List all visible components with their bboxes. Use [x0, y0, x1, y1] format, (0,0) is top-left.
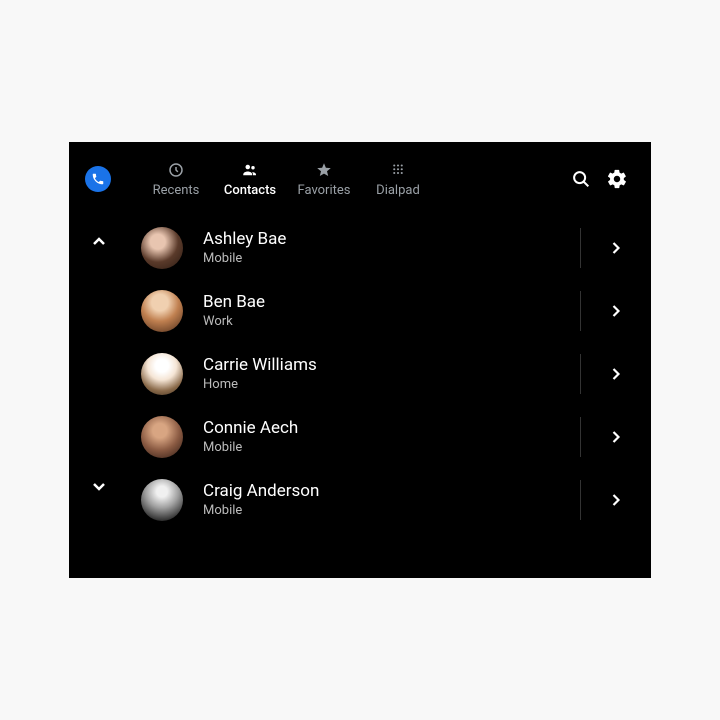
contact-name: Craig Anderson	[203, 481, 572, 501]
settings-button[interactable]	[599, 161, 635, 197]
tab-label: Favorites	[298, 183, 351, 198]
star-icon	[315, 161, 333, 179]
top-bar: Recents Contacts Favorites Dialpad	[69, 142, 651, 216]
contact-type: Home	[203, 377, 572, 392]
avatar	[141, 353, 183, 395]
people-icon	[241, 161, 259, 179]
contact-details-button[interactable]	[581, 301, 651, 321]
tab-recents[interactable]: Recents	[143, 161, 209, 198]
contact-list: Ashley Bae Mobile Ben Bae Work	[141, 216, 651, 531]
avatar	[141, 227, 183, 269]
tab-favorites[interactable]: Favorites	[291, 161, 357, 198]
tab-label: Dialpad	[376, 183, 420, 198]
chevron-right-icon	[606, 364, 626, 384]
phone-app-screen: Recents Contacts Favorites Dialpad	[69, 142, 651, 578]
search-button[interactable]	[563, 161, 599, 197]
search-icon	[570, 168, 592, 190]
contact-info: Ashley Bae Mobile	[203, 229, 572, 266]
avatar	[141, 479, 183, 521]
contact-details-button[interactable]	[581, 490, 651, 510]
chevron-down-icon	[87, 474, 111, 498]
contact-name: Carrie Williams	[203, 355, 572, 375]
contact-info: Ben Bae Work	[203, 292, 572, 329]
tab-label: Recents	[153, 183, 200, 198]
tab-dialpad[interactable]: Dialpad	[365, 161, 431, 198]
contact-row[interactable]: Ben Bae Work	[141, 279, 651, 342]
contact-type: Mobile	[203, 503, 572, 518]
clock-icon	[167, 161, 185, 179]
contact-type: Work	[203, 314, 572, 329]
contact-row[interactable]: Carrie Williams Home	[141, 342, 651, 405]
contact-details-button[interactable]	[581, 364, 651, 384]
contact-info: Craig Anderson Mobile	[203, 481, 572, 518]
tab-contacts[interactable]: Contacts	[217, 161, 283, 198]
contact-type: Mobile	[203, 251, 572, 266]
scroll-column	[69, 216, 129, 578]
contact-type: Mobile	[203, 440, 572, 455]
contact-name: Ashley Bae	[203, 229, 572, 249]
dialpad-icon	[389, 161, 407, 179]
tab-bar: Recents Contacts Favorites Dialpad	[143, 161, 431, 198]
contact-details-button[interactable]	[581, 427, 651, 447]
contact-row[interactable]: Ashley Bae Mobile	[141, 216, 651, 279]
scroll-down-button[interactable]	[87, 474, 111, 502]
tab-label: Contacts	[224, 183, 276, 198]
gear-icon	[606, 168, 628, 190]
contact-name: Ben Bae	[203, 292, 572, 312]
contact-info: Connie Aech Mobile	[203, 418, 572, 455]
scroll-up-button[interactable]	[87, 230, 111, 258]
contact-row[interactable]: Connie Aech Mobile	[141, 405, 651, 468]
contact-info: Carrie Williams Home	[203, 355, 572, 392]
contact-name: Connie Aech	[203, 418, 572, 438]
chevron-right-icon	[606, 238, 626, 258]
phone-app-icon	[85, 166, 111, 192]
chevron-up-icon	[87, 230, 111, 254]
chevron-right-icon	[606, 301, 626, 321]
contact-row[interactable]: Craig Anderson Mobile	[141, 468, 651, 531]
chevron-right-icon	[606, 427, 626, 447]
contact-details-button[interactable]	[581, 238, 651, 258]
contacts-list-area: Ashley Bae Mobile Ben Bae Work	[69, 216, 651, 578]
avatar	[141, 290, 183, 332]
chevron-right-icon	[606, 490, 626, 510]
avatar	[141, 416, 183, 458]
